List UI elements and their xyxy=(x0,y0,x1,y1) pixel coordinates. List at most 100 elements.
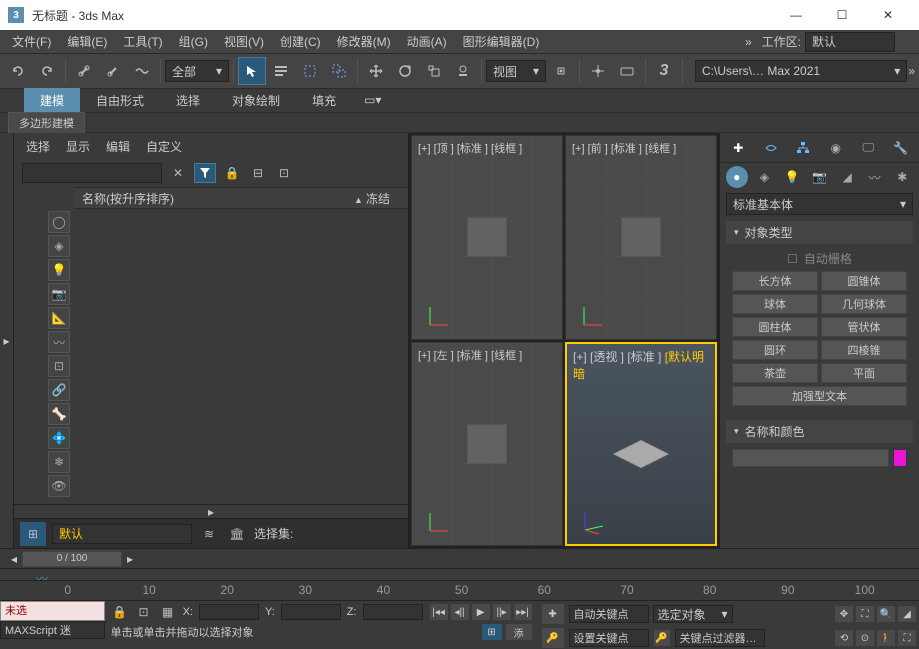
lights-subtab-icon[interactable]: 💡 xyxy=(781,166,803,188)
geometry-subtab-icon[interactable]: ● xyxy=(726,166,748,188)
primitive-category-dropdown[interactable]: 标准基本体▾ xyxy=(726,193,913,215)
zoom-extents-icon[interactable]: ⛶ xyxy=(855,605,875,623)
redo-button[interactable] xyxy=(33,57,61,85)
goto-start-button[interactable]: |◂◂ xyxy=(429,603,449,621)
time-ruler[interactable]: 0 10 20 30 40 50 60 70 80 90 100 xyxy=(0,580,919,600)
teapot-button[interactable]: 茶壶 xyxy=(732,363,818,383)
grid-snap-icon[interactable]: ⊞ xyxy=(481,623,503,641)
column-name[interactable]: 名称(按升序排序) xyxy=(74,190,348,207)
menu-view[interactable]: 视图(V) xyxy=(216,30,272,53)
keyboard-shortcut-button[interactable] xyxy=(613,57,641,85)
toolbar-overflow[interactable]: » xyxy=(908,64,915,78)
prev-frame-button[interactable]: ◂|| xyxy=(450,603,470,621)
menu-create[interactable]: 创建(C) xyxy=(272,30,329,53)
polymodel-subtab[interactable]: 多边形建模 xyxy=(8,112,85,134)
autogrid-checkbox[interactable]: ☐自动栅格 xyxy=(732,250,907,267)
maxscript-input[interactable]: MAXScript 迷 xyxy=(0,621,105,639)
viewport-top-label[interactable]: [+] [顶 ] [标准 ] [线框 ] xyxy=(418,140,522,156)
menu-modifier[interactable]: 修改器(M) xyxy=(329,30,399,53)
plane-button[interactable]: 平面 xyxy=(821,363,907,383)
menu-tools[interactable]: 工具(T) xyxy=(115,30,170,53)
orbit-icon[interactable]: ⟲ xyxy=(834,629,854,647)
time-step-fwd[interactable]: ▸ xyxy=(122,551,138,567)
bind-spacewarp-button[interactable] xyxy=(128,57,156,85)
spacewarps-subtab-icon[interactable]: 〰 xyxy=(864,166,886,188)
geosphere-button[interactable]: 几何球体 xyxy=(821,294,907,314)
filter-bone-icon[interactable]: 🦴 xyxy=(48,403,70,425)
display-tab-icon[interactable]: 🖵 xyxy=(858,137,879,159)
viewport-front[interactable]: [+] [前 ] [标准 ] [线框 ] xyxy=(565,135,717,340)
curve-icon[interactable]: 〰 xyxy=(36,570,50,580)
menu-overflow[interactable]: » xyxy=(739,35,758,49)
time-thumb[interactable]: 0 / 100 xyxy=(22,551,122,567)
create-tab-icon[interactable]: ✚ xyxy=(728,137,749,159)
zoom-icon[interactable]: 🔍 xyxy=(876,605,896,623)
autokey-button[interactable]: 自动关键点 xyxy=(569,605,649,623)
snap-toggle-button[interactable]: 3 xyxy=(650,57,678,85)
sphere-button[interactable]: 球体 xyxy=(732,294,818,314)
filter-cameras-icon[interactable]: 📷 xyxy=(48,283,70,305)
listener-output[interactable]: 未选 xyxy=(0,601,105,621)
expand-handle-bottom[interactable]: ▸ xyxy=(14,504,408,518)
select-rotate-button[interactable] xyxy=(391,57,419,85)
hierarchy-icon[interactable]: 🏛 xyxy=(226,524,248,544)
minimize-button[interactable]: — xyxy=(773,0,819,30)
fov-icon[interactable]: ◢ xyxy=(897,605,917,623)
lock-selection-icon[interactable]: 🔒 xyxy=(111,603,129,621)
filter-container-icon[interactable]: 💠 xyxy=(48,427,70,449)
filter-icon[interactable] xyxy=(194,163,216,183)
viewport-persp-label[interactable]: [+] [透视 ] [标准 ] [默认明暗 xyxy=(573,348,715,382)
project-path[interactable]: C:\Users\… Max 2021▾ xyxy=(695,60,907,82)
set-key-icon[interactable]: ✚ xyxy=(541,603,565,625)
explorer-menu-edit[interactable]: 编辑 xyxy=(106,138,130,155)
select-place-button[interactable] xyxy=(449,57,477,85)
viewport-top[interactable]: [+] [顶 ] [标准 ] [线框 ] xyxy=(411,135,563,340)
layer-dropdown[interactable]: 默认 xyxy=(52,524,192,544)
lock-icon[interactable]: 🔒 xyxy=(222,163,242,183)
ref-coord-dropdown[interactable]: 视图▾ xyxy=(486,60,546,82)
ribbon-collapse-icon[interactable]: ▭▾ xyxy=(364,93,384,109)
explorer-menu-custom[interactable]: 自定义 xyxy=(146,138,182,155)
utilities-tab-icon[interactable]: 🔧 xyxy=(891,137,912,159)
explorer-menu-select[interactable]: 选择 xyxy=(26,138,50,155)
ribbon-tab-selection[interactable]: 选择 xyxy=(160,88,216,113)
time-step-back[interactable]: ◂ xyxy=(6,551,22,567)
filter-helpers-icon[interactable]: 📐 xyxy=(48,307,70,329)
max-viewport-icon[interactable]: ⛶ xyxy=(897,629,917,647)
close-button[interactable]: ✕ xyxy=(865,0,911,30)
select-manipulate-button[interactable] xyxy=(584,57,612,85)
layout-icon[interactable]: ⊞ xyxy=(20,522,46,546)
pivot-center-button[interactable] xyxy=(547,57,575,85)
ribbon-tab-modeling[interactable]: 建模 xyxy=(24,88,80,113)
isolate-icon[interactable]: ⊡ xyxy=(135,603,153,621)
filter-shapes-icon[interactable]: ◈ xyxy=(48,235,70,257)
ribbon-tab-objpaint[interactable]: 对象绘制 xyxy=(216,88,296,113)
filter-hidden-icon[interactable]: 👁 xyxy=(48,475,70,497)
expand-handle-left[interactable]: ▸ xyxy=(0,133,14,548)
filter-xref-icon[interactable]: 🔗 xyxy=(48,379,70,401)
select-move-button[interactable] xyxy=(362,57,390,85)
workspace-dropdown[interactable]: 默认 xyxy=(805,32,895,52)
dolly-icon[interactable]: ⊙ xyxy=(855,629,875,647)
filter-groups-icon[interactable]: ⊡ xyxy=(48,355,70,377)
view-subtree-icon[interactable]: ⊡ xyxy=(274,163,294,183)
helpers-subtab-icon[interactable]: ◢ xyxy=(836,166,858,188)
goto-end-button[interactable]: ▸▸| xyxy=(513,603,533,621)
object-color-swatch[interactable] xyxy=(893,449,907,467)
viewport-left-label[interactable]: [+] [左 ] [标准 ] [线框 ] xyxy=(418,347,522,363)
explorer-search-input[interactable] xyxy=(22,163,162,183)
undo-button[interactable] xyxy=(4,57,32,85)
selection-lock-icon[interactable]: ▦ xyxy=(159,603,177,621)
layer-manager-icon[interactable]: ≋ xyxy=(198,524,220,544)
menu-edit[interactable]: 编辑(E) xyxy=(59,30,115,53)
x-input[interactable] xyxy=(199,604,259,620)
menu-group[interactable]: 组(G) xyxy=(171,30,216,53)
pyramid-button[interactable]: 四棱锥 xyxy=(821,340,907,360)
object-name-input[interactable] xyxy=(732,449,889,467)
hierarchy-tab-icon[interactable] xyxy=(793,137,814,159)
explorer-menu-display[interactable]: 显示 xyxy=(66,138,90,155)
next-frame-button[interactable]: ||▸ xyxy=(492,603,512,621)
viewport-left[interactable]: [+] [左 ] [标准 ] [线框 ] xyxy=(411,342,563,547)
setkey-button[interactable]: 设置关键点 xyxy=(569,629,649,647)
ribbon-tab-populate[interactable]: 填充 xyxy=(296,88,352,113)
